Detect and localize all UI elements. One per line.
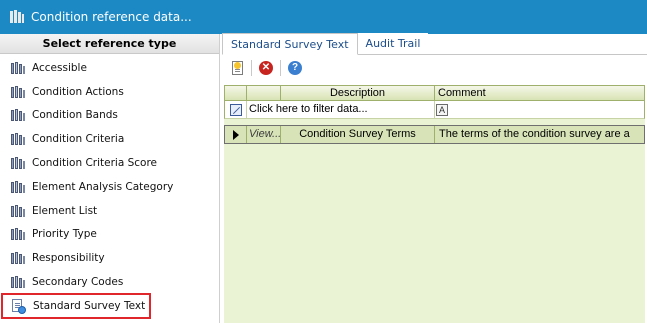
comment-filter-cell[interactable]: A	[435, 101, 644, 118]
toolbar-separator	[280, 60, 281, 76]
reference-item-label: Condition Bands	[32, 109, 118, 122]
reference-item-secondary-codes[interactable]: Secondary Codes	[0, 270, 219, 294]
books-icon	[10, 156, 26, 170]
reference-item-label: Condition Actions	[32, 85, 124, 98]
row-indicator-header	[225, 86, 247, 100]
filter-icon	[229, 103, 242, 116]
description-cell[interactable]: Condition Survey Terms	[281, 126, 435, 143]
reference-type-list: Accessible Condition Actions Condition B…	[0, 54, 219, 319]
reference-item-accessible[interactable]: Accessible	[0, 56, 219, 80]
survey-text-grid: Description Comment Click here to filter…	[224, 85, 645, 323]
text-filter-icon[interactable]: A	[436, 103, 448, 116]
filter-input[interactable]: Click here to filter data...	[247, 101, 435, 118]
reference-item-label: Standard Survey Text	[33, 299, 146, 312]
grid-body: Description Comment Click here to filter…	[224, 85, 645, 323]
delete-icon: ✕	[259, 61, 273, 75]
books-icon	[10, 227, 26, 241]
tab-audit-trail[interactable]: Audit Trail	[357, 33, 429, 54]
reference-item-priority-type[interactable]: Priority Type	[0, 223, 219, 247]
reference-item-condition-bands[interactable]: Condition Bands	[0, 104, 219, 128]
tab-strip: Standard Survey Text Audit Trail	[222, 33, 647, 55]
reference-item-element-analysis-category[interactable]: Element Analysis Category	[0, 175, 219, 199]
books-icon	[10, 132, 26, 146]
reference-item-label: Secondary Codes	[32, 276, 124, 289]
reference-item-label: Element Analysis Category	[32, 180, 174, 193]
grid-header: Description Comment	[224, 85, 645, 101]
reference-item-label: Responsibility	[32, 252, 105, 265]
comment-cell[interactable]: The terms of the condition survey are a	[435, 126, 644, 143]
delete-button[interactable]: ✕	[257, 59, 275, 77]
reference-item-condition-criteria[interactable]: Condition Criteria	[0, 127, 219, 151]
reference-item-element-list[interactable]: Element List	[0, 199, 219, 223]
books-icon	[10, 275, 26, 289]
view-column-header	[247, 86, 281, 100]
reference-item-label: Condition Criteria Score	[32, 157, 158, 170]
window-title: Condition reference data...	[31, 10, 192, 24]
books-icon	[10, 204, 26, 218]
row-indicator	[225, 126, 247, 143]
reference-item-label: Condition Criteria	[32, 133, 125, 146]
reference-type-panel: Select reference type Accessible Conditi…	[0, 34, 220, 323]
table-row[interactable]: View... Condition Survey Terms The terms…	[224, 125, 645, 144]
books-icon	[10, 251, 26, 265]
reference-item-label: Accessible	[32, 61, 87, 74]
reference-item-standard-survey-text[interactable]: Standard Survey Text	[1, 292, 151, 319]
tab-standard-survey-text[interactable]: Standard Survey Text	[222, 33, 358, 55]
title-bar: Condition reference data...	[0, 0, 647, 34]
help-button[interactable]: ?	[286, 59, 304, 77]
comment-column-header[interactable]: Comment	[435, 86, 644, 100]
view-link[interactable]: View...	[247, 126, 281, 143]
reference-detail-panel: Standard Survey Text Audit Trail ✕ ? Des…	[222, 33, 647, 323]
filter-row-indicator	[225, 101, 247, 118]
app-icon	[10, 10, 24, 24]
toolbar: ✕ ?	[222, 55, 647, 81]
new-record-button[interactable]	[228, 59, 246, 77]
current-row-arrow-icon	[232, 129, 239, 140]
books-icon	[10, 180, 26, 194]
reference-item-responsibility[interactable]: Responsibility	[0, 246, 219, 270]
toolbar-separator	[251, 60, 252, 76]
books-icon	[10, 61, 26, 75]
reference-item-condition-criteria-score[interactable]: Condition Criteria Score	[0, 151, 219, 175]
books-icon	[10, 85, 26, 99]
description-column-header[interactable]: Description	[281, 86, 435, 100]
reference-item-label: Element List	[32, 204, 98, 217]
reference-type-header: Select reference type	[0, 34, 219, 54]
new-document-icon	[231, 61, 243, 75]
reference-item-label: Priority Type	[32, 228, 97, 241]
reference-item-condition-actions[interactable]: Condition Actions	[0, 80, 219, 104]
help-icon: ?	[288, 61, 302, 75]
document-icon	[10, 298, 26, 314]
books-icon	[10, 108, 26, 122]
filter-row[interactable]: Click here to filter data... A	[224, 101, 645, 119]
